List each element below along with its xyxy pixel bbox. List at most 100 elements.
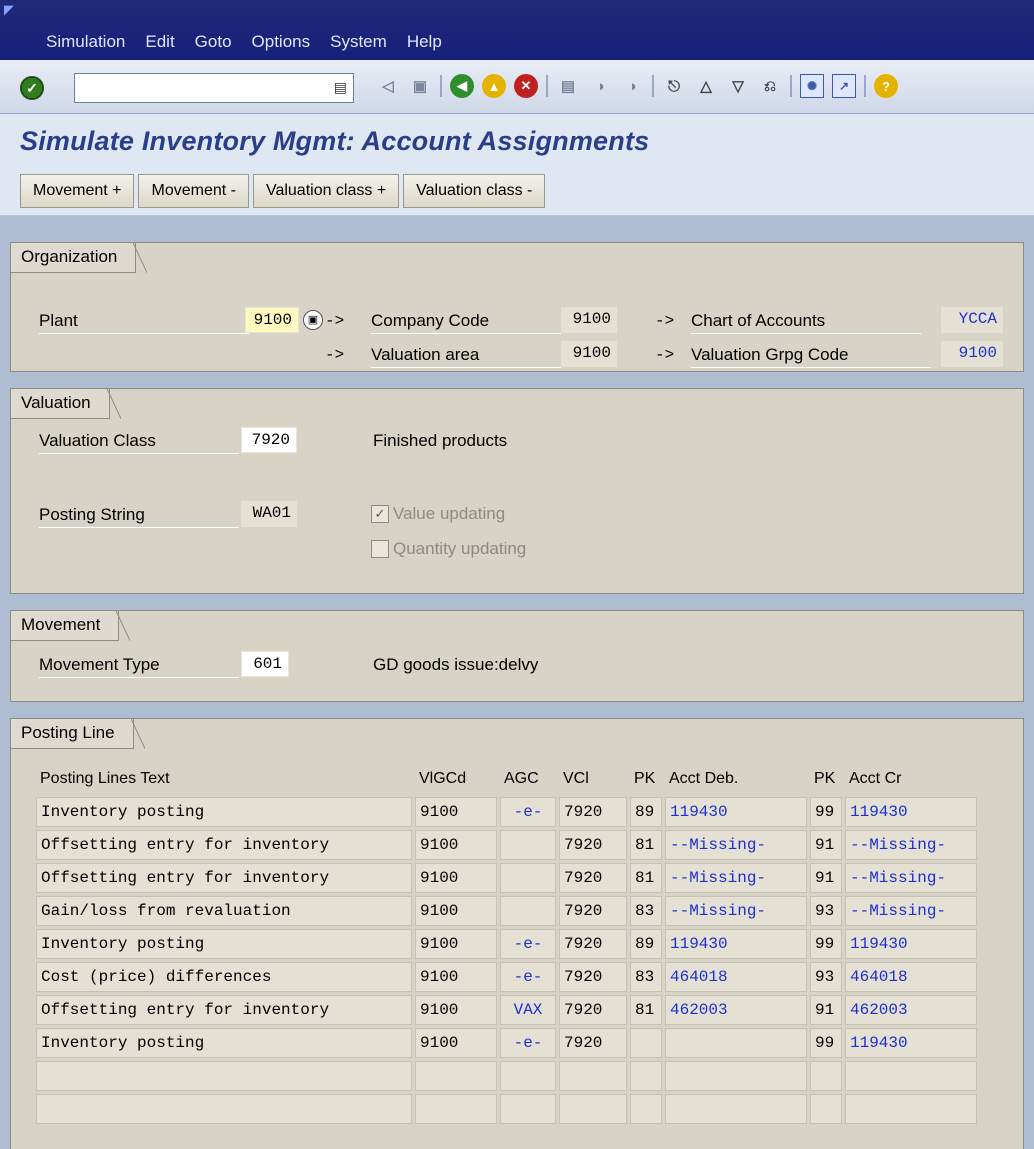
back-icon[interactable]: ◀ [450,74,474,98]
posting-lines-text-cell: Inventory posting [36,797,412,827]
shortcut-icon[interactable]: ↗ [832,74,856,98]
posting-string-value: WA01 [241,501,297,527]
menu-goto[interactable]: Goto [195,32,232,52]
table-row: Inventory posting 9100 -e- 7920 89 119430 99 11… [36,797,977,827]
acct-deb-cell: 119430 [665,797,807,827]
movement-title: Movement [11,611,131,641]
posting-lines-table: Posting Lines Text VlGCd AGC VCl PK Acct… [33,761,980,1127]
agc-cell [500,1094,556,1124]
standard-toolbar: ✓ ▤ ◁ ▣ ◀ ▲ ✕ ▤ ◑ ◑ ⎋ △ ▽ ⎌ ✺ ↗ ? [0,60,1034,114]
table-row [36,1061,977,1091]
last-page-icon[interactable]: ⎌ [758,74,782,98]
header-vlgcd: VlGCd [419,770,467,787]
cancel-icon[interactable]: ✕ [514,74,538,98]
save-icon[interactable]: ▣ [408,74,432,98]
vcl-cell [559,1094,627,1124]
vlgcd-cell: 9100 [415,863,497,893]
movement-type-input[interactable]: 601 [241,651,289,677]
help-icon[interactable]: ? [874,74,898,98]
vcl-cell: 7920 [559,797,627,827]
acct-deb-cell [665,1028,807,1058]
acct-deb-cell: 462003 [665,995,807,1025]
posting-line-group: Posting Line Posting Lines Text VlGCd AG… [10,718,1024,1149]
pk-credit-cell: 91 [810,863,842,893]
valuation-title: Valuation [11,389,121,419]
exit-icon[interactable]: ▲ [482,74,506,98]
arrow-chart-of-accounts: -> [655,312,675,330]
pk-debit-cell: 83 [630,896,662,926]
arrow-company-code: -> [325,312,345,330]
agc-cell [500,896,556,926]
previous-page-icon[interactable]: △ [694,74,718,98]
table-row: Offsetting entry for inventory 9100 7920 81… [36,863,977,893]
chart-of-accounts-label: Chart of Accounts [691,309,921,334]
window-menu-icon[interactable]: ◤ [4,2,14,18]
organization-group: Organization Plant 9100 ▣ -> Company Cod… [10,242,1024,372]
arrow-valuation-grpg: -> [655,346,675,364]
acct-deb-cell [665,1061,807,1091]
plant-input[interactable]: 9100 [245,307,299,333]
pk-debit-cell: 81 [630,830,662,860]
posting-lines-text-cell: Gain/loss from revaluation [36,896,412,926]
title-bar: Simulate Inventory Mgmt: Account Assignm… [0,114,1034,170]
posting-lines-text-cell: Offsetting entry for inventory [36,995,412,1025]
value-updating-checkbox[interactable]: ✓ [371,505,389,523]
agc-cell: VAX [500,995,556,1025]
plant-details-icon[interactable]: ▣ [303,310,323,330]
quantity-updating-option[interactable]: Quantity updating [371,539,526,559]
menu-system[interactable]: System [330,32,387,52]
header-agc: AGC [504,770,539,787]
agc-cell [500,830,556,860]
pk-debit-cell [630,1028,662,1058]
table-row: Cost (price) differences 9100 -e- 7920 83 464… [36,962,977,992]
next-page-icon[interactable]: ▽ [726,74,750,98]
valuation-class-minus-button[interactable]: Valuation class - [403,174,546,208]
valuation-area-value: 9100 [561,341,617,367]
acct-deb-cell: --Missing- [665,896,807,926]
valuation-class-plus-button[interactable]: Valuation class + [252,174,400,208]
agc-cell: -e- [500,962,556,992]
vcl-cell: 7920 [559,1028,627,1058]
quantity-updating-checkbox[interactable] [371,540,389,558]
vlgcd-cell: 9100 [415,962,497,992]
command-history-icon[interactable]: ▤ [334,79,347,96]
vcl-cell [559,1061,627,1091]
movement-type-text: GD goods issue:delvy [373,655,539,674]
create-session-icon[interactable]: ✺ [800,74,824,98]
previous-icon[interactable]: ◁ [376,74,400,98]
find-next-icon[interactable]: ◑ [620,74,644,98]
first-page-icon[interactable]: ⎋ [662,74,686,98]
vlgcd-cell: 9100 [415,797,497,827]
header-pk-credit: PK [814,770,836,787]
agc-cell: -e- [500,929,556,959]
print-icon[interactable]: ▤ [556,74,580,98]
acct-cr-cell: 119430 [845,1028,977,1058]
menu-simulation[interactable]: Simulation [46,32,125,52]
command-field[interactable]: ▤ [74,73,354,103]
table-row: Offsetting entry for inventory 9100 7920 81… [36,830,977,860]
vlgcd-cell: 9100 [415,896,497,926]
posting-lines-text-cell: Inventory posting [36,1028,412,1058]
menu-help[interactable]: Help [407,32,442,52]
value-updating-option[interactable]: ✓ Value updating [371,504,505,524]
pk-credit-cell: 99 [810,1028,842,1058]
movement-minus-button[interactable]: Movement - [138,174,249,208]
valuation-class-input[interactable]: 7920 [241,427,297,453]
posting-lines-text-cell [36,1094,412,1124]
menu-edit[interactable]: Edit [145,32,174,52]
menu-bar: ◤ Simulation Edit Goto Options System He… [0,0,1034,60]
pk-credit-cell: 99 [810,797,842,827]
acct-cr-cell: --Missing- [845,863,977,893]
posting-line-title: Posting Line [11,719,145,749]
vlgcd-cell: 9100 [415,1028,497,1058]
find-icon[interactable]: ◑ [588,74,612,98]
posting-string-label: Posting String [39,503,239,528]
company-code-value: 9100 [561,307,617,333]
movement-plus-button[interactable]: Movement + [20,174,135,208]
table-row: Gain/loss from revaluation 9100 7920 83 --Mi… [36,896,977,926]
movement-type-label: Movement Type [39,653,239,678]
menu-options[interactable]: Options [252,32,311,52]
pk-credit-cell: 99 [810,929,842,959]
plant-label: Plant [39,309,249,334]
enter-check-icon[interactable]: ✓ [20,76,44,100]
